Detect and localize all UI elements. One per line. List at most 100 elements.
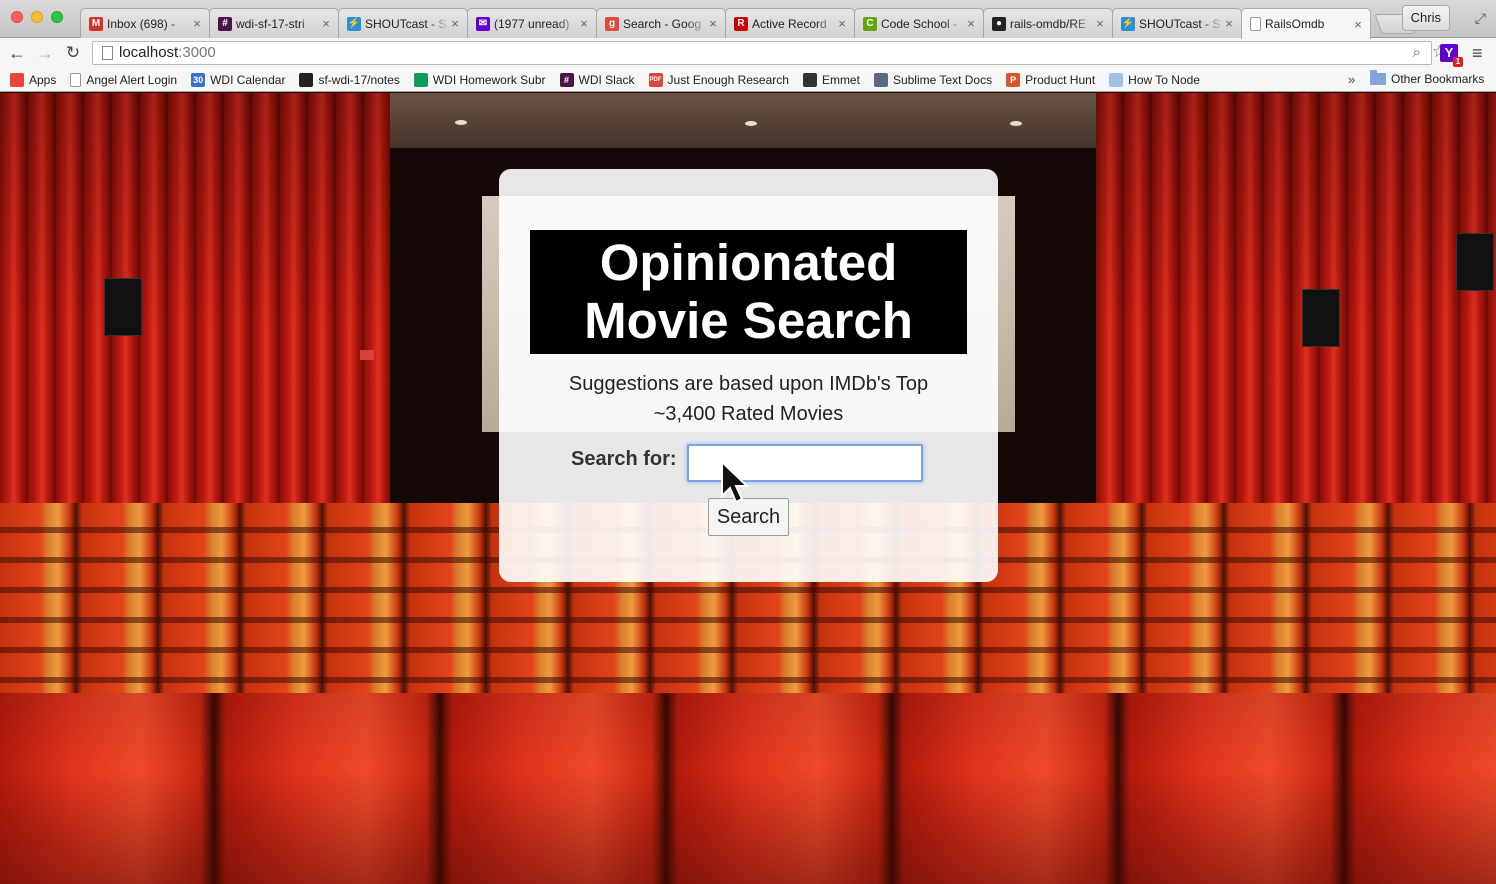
other-bookmarks[interactable]: Other Bookmarks bbox=[1370, 70, 1484, 86]
page-subtitle: Suggestions are based upon IMDb's Top ~3… bbox=[499, 369, 998, 429]
subtitle-line2: ~3,400 Rated Movies bbox=[653, 403, 844, 425]
zoom-window-button[interactable] bbox=[51, 11, 63, 23]
bookmark-label: WDI Slack bbox=[578, 72, 635, 87]
slack-icon: # bbox=[218, 16, 232, 31]
bookmark-item[interactable]: 30 WDI Calendar bbox=[191, 72, 286, 87]
bookmark-label: sf-wdi-17/notes bbox=[318, 72, 400, 87]
tabs: M Inbox (698) - × # wdi-sf-17-stri × ⚡ SHOUTca… bbox=[80, 8, 1416, 39]
tab-title: Code School - bbox=[881, 16, 958, 31]
shoutcast-icon: ⚡ bbox=[347, 16, 361, 31]
search-label: Search for: bbox=[571, 448, 677, 470]
tab-title: Active Record bbox=[752, 16, 827, 31]
exit-sign bbox=[360, 350, 374, 360]
page-icon bbox=[1250, 17, 1261, 31]
bookmark-item[interactable]: Angel Alert Login bbox=[70, 72, 178, 87]
close-tab-icon[interactable]: × bbox=[965, 16, 977, 31]
bookmarks-overflow-icon[interactable]: » bbox=[1348, 72, 1355, 87]
tab-title: SHOUTcast - S bbox=[1139, 16, 1221, 31]
tab-strip: M Inbox (698) - × # wdi-sf-17-stri × ⚡ SHOUTca… bbox=[0, 0, 1496, 39]
slack-icon: # bbox=[559, 72, 574, 87]
tab-title: RailsOmdb bbox=[1265, 17, 1325, 31]
cloud-icon bbox=[1109, 72, 1124, 87]
browser-tab[interactable]: # wdi-sf-17-stri × bbox=[209, 8, 339, 38]
close-tab-icon[interactable]: × bbox=[707, 16, 719, 31]
sheets-icon bbox=[413, 72, 428, 87]
gmail-icon: M bbox=[89, 16, 103, 31]
page-title-line2: Movie Search bbox=[584, 292, 913, 349]
tab-title: Inbox (698) - bbox=[107, 16, 176, 31]
browser-tab[interactable]: ⚡ SHOUTcast - S × bbox=[1112, 8, 1242, 38]
close-tab-icon[interactable]: × bbox=[1352, 17, 1364, 32]
page-icon bbox=[70, 72, 82, 87]
bookmark-item[interactable]: # WDI Slack bbox=[559, 72, 635, 87]
close-tab-icon[interactable]: × bbox=[1094, 16, 1106, 31]
browser-tab[interactable]: M Inbox (698) - × bbox=[80, 8, 210, 38]
product-hunt-icon: P bbox=[1006, 72, 1021, 87]
url-host: localhost bbox=[119, 44, 179, 61]
menu-icon[interactable]: ≡ bbox=[1472, 43, 1483, 64]
mouse-pointer-icon bbox=[721, 459, 750, 504]
bookmarks-bar: Apps Angel Alert Login 30 WDI Calendar sf-wd… bbox=[0, 68, 1496, 92]
bookmark-label: Angel Alert Login bbox=[86, 72, 178, 87]
browser-tab[interactable]: R Active Record × bbox=[725, 8, 855, 38]
bookmark-item[interactable]: Sublime Text Docs bbox=[873, 72, 993, 87]
speaker bbox=[1456, 233, 1494, 291]
tab-title: wdi-sf-17-stri bbox=[236, 16, 305, 31]
browser-tab[interactable]: ✉ (1977 unread) × bbox=[467, 8, 597, 38]
page-title: Opinionated Movie Search bbox=[530, 230, 967, 354]
tab-title: (1977 unread) bbox=[494, 16, 570, 31]
close-tab-icon[interactable]: × bbox=[191, 16, 203, 31]
google-icon: g bbox=[605, 16, 619, 31]
rails-icon: R bbox=[734, 16, 748, 31]
ceiling-light bbox=[745, 121, 757, 126]
browser-tab[interactable]: ● rails-omdb/RE × bbox=[983, 8, 1113, 38]
speaker bbox=[104, 278, 142, 336]
bookmark-label: WDI Calendar bbox=[210, 72, 286, 87]
reload-icon[interactable]: ↻ bbox=[62, 42, 84, 64]
address-bar[interactable]: localhost:3000 ⌕ ☆ bbox=[92, 41, 1447, 65]
profile-button[interactable]: Chris bbox=[1401, 5, 1450, 31]
yahoo-extension-icon[interactable]: Y1 bbox=[1440, 44, 1463, 67]
browser-tab[interactable]: ⚡ SHOUTcast - S × bbox=[338, 8, 468, 38]
close-tab-icon[interactable]: × bbox=[578, 16, 590, 31]
bookmark-item[interactable]: Emmet bbox=[802, 72, 860, 87]
bookmark-item[interactable]: P Product Hunt bbox=[1006, 72, 1095, 87]
close-tab-icon[interactable]: × bbox=[449, 16, 461, 31]
github-icon: ● bbox=[992, 16, 1006, 31]
yahoo-mail-icon: ✉ bbox=[476, 16, 490, 31]
apps-grid-icon bbox=[10, 72, 24, 87]
search-card: Opinionated Movie Search Suggestions are… bbox=[499, 169, 998, 582]
bookmark-label: WDI Homework Subr bbox=[432, 72, 546, 87]
zoom-magnifier-icon[interactable]: ⌕ bbox=[1413, 42, 1421, 64]
front-row-seats bbox=[0, 693, 1496, 884]
close-tab-icon[interactable]: × bbox=[1223, 16, 1235, 31]
bookmark-item[interactable]: WDI Homework Subr bbox=[413, 72, 546, 87]
bookmark-item[interactable]: How To Node bbox=[1109, 72, 1200, 87]
browser-tab[interactable]: RailsOmdb × bbox=[1241, 8, 1371, 39]
bookmark-label: Just Enough Research bbox=[667, 72, 789, 87]
folder-icon bbox=[1370, 70, 1386, 85]
browser-tab[interactable]: C Code School - × bbox=[854, 8, 984, 38]
calendar-icon: 30 bbox=[191, 72, 206, 87]
speaker bbox=[1302, 289, 1340, 347]
github-icon bbox=[299, 72, 314, 87]
close-window-button[interactable] bbox=[11, 11, 23, 23]
docs-icon bbox=[873, 72, 888, 87]
back-arrow-icon[interactable]: ← bbox=[6, 42, 28, 64]
fullscreen-icon[interactable]: ⤢ bbox=[1475, 10, 1486, 27]
bookmark-label: Sublime Text Docs bbox=[892, 72, 993, 87]
browser-tab[interactable]: g Search - Goog × bbox=[596, 8, 726, 38]
forward-arrow-icon[interactable]: → bbox=[34, 42, 56, 64]
subtitle-line1: Suggestions are based upon IMDb's Top bbox=[568, 373, 929, 395]
shoutcast-icon: ⚡ bbox=[1121, 16, 1135, 31]
close-tab-icon[interactable]: × bbox=[836, 16, 848, 31]
close-tab-icon[interactable]: × bbox=[320, 16, 332, 31]
bookmark-label: Emmet bbox=[821, 72, 860, 87]
ceiling-light bbox=[455, 120, 467, 125]
bookmark-item[interactable]: Apps bbox=[10, 72, 56, 87]
bookmark-item[interactable]: sf-wdi-17/notes bbox=[299, 72, 400, 87]
ceiling-light bbox=[1010, 121, 1022, 126]
bookmark-item[interactable]: PDF Just Enough Research bbox=[648, 72, 789, 87]
minimize-window-button[interactable] bbox=[31, 11, 43, 23]
url-port: :3000 bbox=[178, 44, 216, 61]
